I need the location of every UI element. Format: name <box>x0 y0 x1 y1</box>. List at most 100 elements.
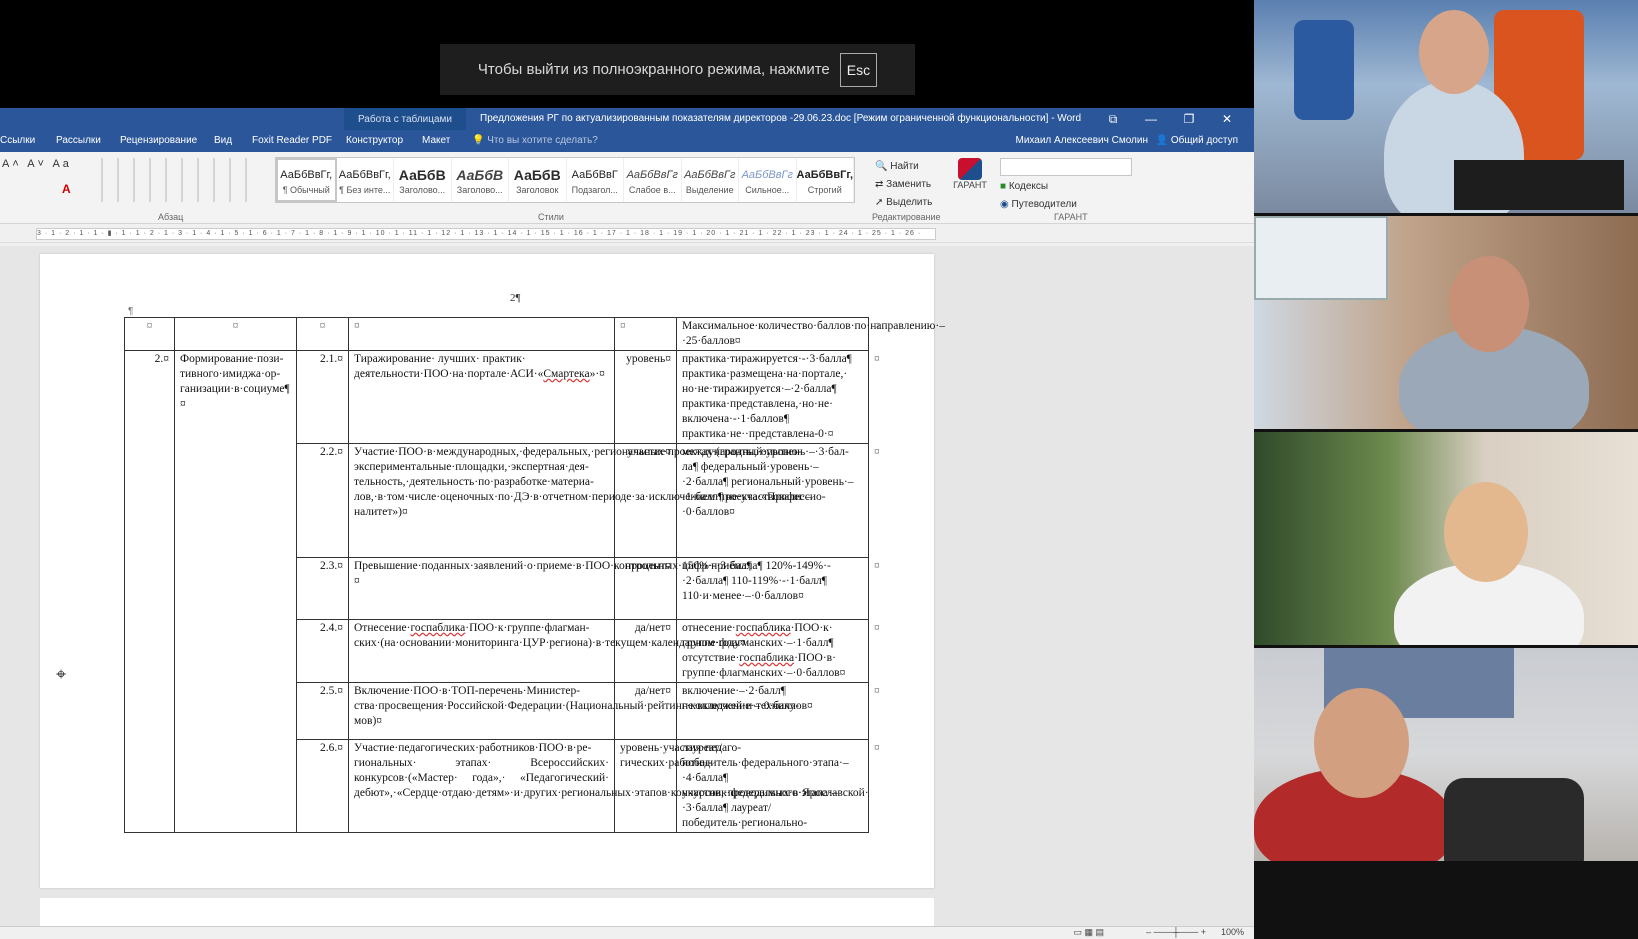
table-cell[interactable]: Тиражирование· лучших· практик· деятельн… <box>348 350 615 444</box>
ribbon-display-button[interactable]: ⧉ <box>1094 112 1132 127</box>
table-cell[interactable]: ¤ <box>348 317 615 351</box>
restore-button[interactable]: ❐ <box>1170 112 1208 126</box>
table-cell[interactable]: включение·–·2·балл¶ не·включение·–·0·бал… <box>676 682 869 740</box>
select-button[interactable]: ➚ Выделить <box>875 194 932 212</box>
table-cell[interactable]: лауреат/победитель·федерального·этапа·–·… <box>676 739 869 833</box>
title-bar: Работа с таблицами Предложения РГ по акт… <box>0 108 1254 130</box>
search-icon: 🔍 <box>875 161 891 172</box>
calendar-shape <box>1254 216 1388 300</box>
tell-me-text: Что вы хотите сделать? <box>487 135 598 146</box>
mouse-cursor-icon: ⌖ <box>56 664 67 684</box>
fullscreen-exit-banner: Чтобы выйти из полноэкранного режима, на… <box>440 44 915 95</box>
zoom-slider[interactable]: – ───┼─── + <box>1146 927 1206 937</box>
tab-layout[interactable]: Макет <box>422 135 450 146</box>
table-cell[interactable]: Превышение·поданных·заявлений·о·приеме·в… <box>348 557 752 620</box>
cursor-icon: ➚ <box>875 197 887 208</box>
style-strong[interactable]: АаБбВвГг, Строгий <box>797 158 855 202</box>
table-cell[interactable]: ¤ <box>174 317 297 351</box>
paragraph-group-label: Абзац <box>158 212 184 222</box>
styles-gallery[interactable]: АаБбВвГг, ¶ Обычный АаБбВвГг, ¶ Без инте..… <box>275 157 855 203</box>
share-label: Общий доступ <box>1170 135 1238 146</box>
tab-references[interactable]: Ссылки <box>0 135 35 146</box>
table-cell[interactable]: международный·уровень·–·3·бал-ла¶ федера… <box>676 443 869 558</box>
compass-icon: ◉ <box>1000 199 1012 210</box>
group-number-cell[interactable]: 2.¤ <box>124 350 175 833</box>
style-intense-emphasis[interactable]: АаБбВвГг Сильное... <box>739 158 797 202</box>
editing-group: 🔍 Найти ⇄ Заменить ➚ Выделить <box>875 158 932 212</box>
table-cell[interactable]: Участие·ПОО·в·международных,·федеральных… <box>348 443 826 558</box>
font-size-buttons[interactable]: A˄ A˅ Aa <box>2 158 72 170</box>
group-title-cell[interactable]: Формирование·пози-тивного·имиджа·ор-гани… <box>174 350 297 833</box>
table-cell[interactable]: 150%·-·3·балла¶ 120%-149%·-·2·балла¶ 110… <box>676 557 869 620</box>
person-icon: 👤 <box>1155 135 1171 146</box>
tab-mailings[interactable]: Рассылки <box>56 135 101 146</box>
table-cell[interactable]: ¤ <box>614 317 677 351</box>
change-case-button[interactable]: Aa <box>52 158 71 170</box>
ruler-scale: 3 · 1 · 2 · 1 · 1 · ▮ · 1 · 1 · 2 · 1 · … <box>36 228 936 240</box>
table-cell[interactable]: уровень¤ <box>614 350 677 444</box>
tab-review[interactable]: Рецензирование <box>120 135 197 146</box>
table-cell[interactable]: Участие·педагогических·работников·ПОО·в·… <box>348 739 869 833</box>
style-heading-1[interactable]: АаБбВ Заголово... <box>394 158 452 202</box>
table-row: 2.¤ Формирование·пози-тивного·имиджа·ор-… <box>124 350 901 833</box>
table-cell[interactable]: 2.5.¤ <box>296 682 349 740</box>
style-subtle-emphasis[interactable]: АаБбВвГг Слабое в... <box>624 158 682 202</box>
esc-key-badge[interactable]: Esc <box>839 52 878 87</box>
table-cell[interactable]: отнесение·госпаблика·ПОО·к· группе·флагм… <box>676 619 869 683</box>
video-tile-participant-2[interactable] <box>1254 216 1638 429</box>
table-cell[interactable]: да/нет¤ <box>614 619 677 683</box>
video-tile-participant-3[interactable] <box>1254 432 1638 645</box>
video-conference-panel <box>1254 0 1638 939</box>
table-cell[interactable]: Максимальное·количество·баллов·по·направ… <box>676 317 945 351</box>
table-cell[interactable]: 2.2.¤ <box>296 443 349 558</box>
video-tile-participant-1[interactable] <box>1254 0 1638 213</box>
user-name[interactable]: Михаил Алексеевич Смолин <box>1015 135 1148 146</box>
tab-view[interactable]: Вид <box>214 135 232 146</box>
table-row: ¤ ¤ ¤ ¤ ¤ Максимальное·количество·баллов… <box>124 317 945 351</box>
horizontal-ruler[interactable]: 3 · 1 · 2 · 1 · 1 · ▮ · 1 · 1 · 2 · 1 · … <box>0 224 1254 243</box>
table-cell[interactable]: практика·тиражируется·-·3·балла¶ практик… <box>676 350 869 444</box>
row-end-mark: ¤ <box>874 352 880 365</box>
replace-button[interactable]: ⇄ Заменить <box>875 176 932 194</box>
window-title: Предложения РГ по актуализированным пока… <box>480 113 1082 124</box>
garant-search-input[interactable] <box>1000 158 1132 176</box>
style-normal[interactable]: АаБбВвГг, ¶ Обычный <box>276 158 337 202</box>
table-cell[interactable]: 2.4.¤ <box>296 619 349 683</box>
tab-foxit[interactable]: Foxit Reader PDF <box>252 135 332 146</box>
garant-button[interactable]: ГАРАНТ <box>950 158 990 190</box>
participant-head <box>1419 10 1489 94</box>
style-emphasis[interactable]: АаБбВвГг Выделение <box>682 158 739 202</box>
style-no-spacing[interactable]: АаБбВвГг, ¶ Без инте... <box>337 158 394 202</box>
style-heading-2[interactable]: АаБбВ Заголово... <box>452 158 509 202</box>
table-cell[interactable]: ¤ <box>124 317 175 351</box>
paragraph-mark: ¶ <box>128 306 134 317</box>
table-cell[interactable]: уровень·участия·педаго-гических·работни- <box>614 739 741 833</box>
grow-font-button[interactable]: A˄ <box>2 158 22 170</box>
shrink-font-button[interactable]: A˅ <box>27 158 47 170</box>
paragraph-controls[interactable] <box>95 158 260 202</box>
tell-me-box[interactable]: 💡 Что вы хотите сделать? <box>472 135 598 146</box>
table-cell[interactable]: ¤ <box>296 317 349 351</box>
table-cell[interactable]: Включение·ПОО·в·ТОП-перечень·Министер-ст… <box>348 682 799 740</box>
participant-head <box>1449 256 1529 352</box>
close-button[interactable]: ✕ <box>1208 112 1246 126</box>
codex-link[interactable]: ■ Кодексы <box>1000 178 1077 196</box>
table-cell[interactable]: Отнесение·госпаблика·ПОО·к·группе·флагма… <box>348 619 746 683</box>
share-button[interactable]: 👤 Общий доступ <box>1156 135 1238 146</box>
window-controls: ⧉ — ❐ ✕ <box>1094 108 1246 130</box>
table-cell[interactable]: 2.6.¤ <box>296 739 349 833</box>
lightbulb-icon: 💡 <box>472 135 488 146</box>
garant-logo-icon <box>958 158 982 180</box>
minimize-button[interactable]: — <box>1132 112 1170 126</box>
style-title[interactable]: АаБбВ Заголовок <box>509 158 567 202</box>
video-tile-participant-4[interactable] <box>1254 648 1638 861</box>
style-subtitle[interactable]: АаБбВвГ Подзагол... <box>567 158 624 202</box>
font-color-button[interactable]: A <box>62 182 71 196</box>
table-cell[interactable]: 2.3.¤ <box>296 557 349 620</box>
context-tab-table-tools[interactable]: Работа с таблицами <box>344 108 466 130</box>
view-mode-icons[interactable]: ▭ ▦ ▤ <box>1073 927 1104 938</box>
tab-design[interactable]: Конструктор <box>346 135 403 146</box>
find-button[interactable]: 🔍 Найти <box>875 158 932 176</box>
zoom-level[interactable]: 100% <box>1221 927 1244 937</box>
table-cell[interactable]: 2.1.¤ <box>296 350 349 444</box>
